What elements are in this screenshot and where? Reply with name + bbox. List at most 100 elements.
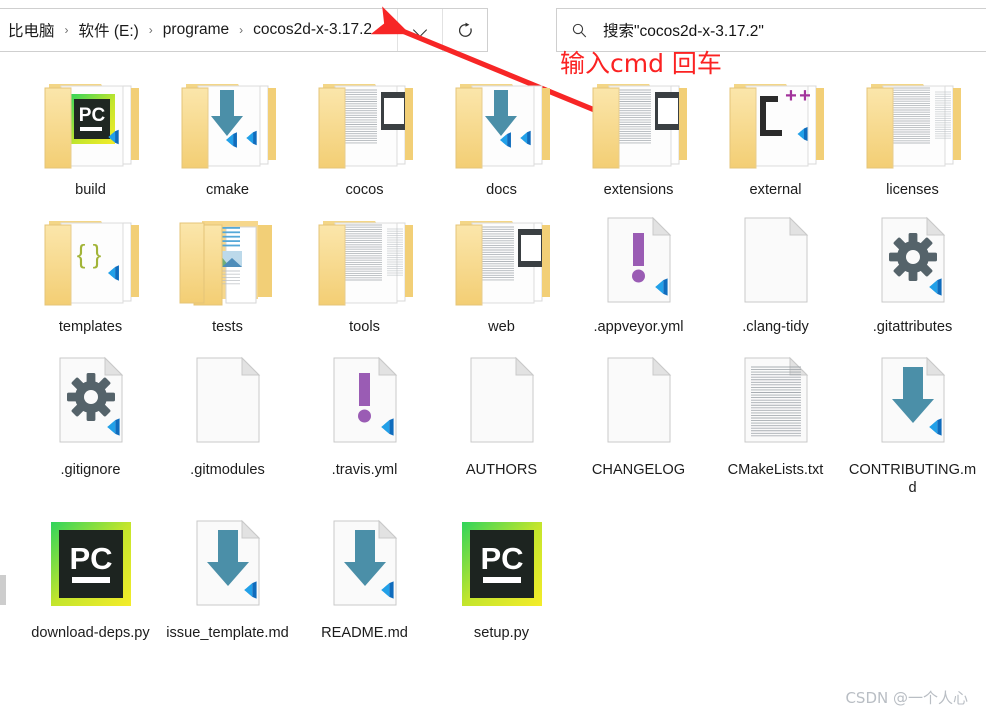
file-item[interactable]: cocos: [296, 72, 433, 199]
refresh-button[interactable]: [442, 9, 487, 51]
scrollbar-thumb[interactable]: [0, 575, 6, 605]
watermark-text: CSDN @一个人心: [845, 689, 968, 707]
file-item[interactable]: issue_template.md: [159, 509, 296, 642]
file-item-label: CHANGELOG: [591, 462, 686, 478]
file-item-label: .appveyor.yml: [593, 319, 684, 335]
breadcrumb-separator: ›: [148, 23, 153, 37]
breadcrumb-separator: ›: [64, 23, 69, 37]
file-item[interactable]: PC download-deps.py: [22, 509, 159, 642]
folder-icon: [444, 72, 560, 178]
file-grid-row: PC download-deps.py issue_template.md READM…: [22, 509, 982, 642]
svg-text:PC: PC: [69, 541, 112, 576]
chevron-down-icon: [414, 24, 427, 37]
file-item[interactable]: tools: [296, 209, 433, 336]
file-item-label: licenses: [886, 182, 939, 198]
file-item[interactable]: CHANGELOG: [570, 346, 707, 497]
file-item[interactable]: .gitignore: [22, 346, 159, 497]
file-item-label: cmake: [206, 182, 249, 198]
file-item-label: tests: [212, 319, 243, 335]
breadcrumb-item[interactable]: programe: [160, 21, 232, 39]
file-item[interactable]: .travis.yml: [296, 346, 433, 497]
address-toolbar: 比电脑 › 软件 (E:) › programe › cocos2d-x-3.17.2 搜索…: [0, 8, 986, 54]
file-item[interactable]: cmake: [159, 72, 296, 199]
file-grid-row: { } templates tests tools web .appveyor.yml .c…: [22, 209, 982, 336]
file-item-label: .gitignore: [60, 462, 121, 478]
folder-icon: PC: [33, 72, 149, 178]
address-bar[interactable]: 比电脑 › 软件 (E:) › programe › cocos2d-x-3.17.2: [0, 8, 488, 52]
file-item[interactable]: .clang-tidy: [707, 209, 844, 336]
file-item-label: CONTRIBUTING.md: [848, 462, 977, 496]
folder-icon: [170, 72, 286, 178]
folder-icon: { }: [33, 209, 149, 315]
markdown-file-icon: [170, 509, 286, 621]
breadcrumb[interactable]: 比电脑 › 软件 (E:) › programe › cocos2d-x-3.17.2: [0, 19, 397, 41]
file-item-label: .clang-tidy: [742, 319, 809, 335]
svg-text:{ }: { }: [76, 239, 101, 269]
blank-file-icon: [581, 346, 697, 458]
file-item[interactable]: extensions: [570, 72, 707, 199]
breadcrumb-separator: ›: [239, 23, 244, 37]
folder-icon: + +: [718, 72, 834, 178]
pycharm-file-icon: PC: [444, 509, 560, 621]
blank-file-icon: [444, 346, 560, 458]
file-item-label: .gitattributes: [872, 319, 953, 335]
svg-text:PC: PC: [78, 105, 105, 126]
file-item-label: CMakeLists.txt: [727, 462, 824, 478]
file-grid-row: .gitignore .gitmodules .travis.yml AUTHORS C…: [22, 346, 982, 497]
file-item[interactable]: .gitattributes: [844, 209, 981, 336]
gear-file-icon: [855, 209, 971, 315]
file-item-label: web: [488, 319, 515, 335]
file-item-label: docs: [486, 182, 517, 198]
markdown-file-icon: [307, 509, 423, 621]
breadcrumb-item[interactable]: 比电脑: [5, 19, 58, 41]
file-item-label: .travis.yml: [331, 462, 398, 478]
file-item-label: extensions: [603, 182, 674, 198]
folder-icon: [581, 72, 697, 178]
file-item[interactable]: .appveyor.yml: [570, 209, 707, 336]
file-item[interactable]: web: [433, 209, 570, 336]
folder-icon: [307, 209, 423, 315]
markdown-file-icon: [855, 346, 971, 458]
file-item-label: setup.py: [473, 625, 530, 641]
text-file-icon: [718, 346, 834, 458]
file-item[interactable]: { } templates: [22, 209, 159, 336]
file-item[interactable]: AUTHORS: [433, 346, 570, 497]
breadcrumb-item[interactable]: 软件 (E:): [76, 19, 142, 41]
folder-icon: [170, 209, 286, 315]
file-item[interactable]: tests: [159, 209, 296, 336]
file-explorer-window: 比电脑 › 软件 (E:) › programe › cocos2d-x-3.17.2 搜索…: [0, 0, 986, 722]
file-item-label: cocos: [345, 182, 384, 198]
blank-file-icon: [170, 346, 286, 458]
search-icon: [572, 23, 587, 37]
address-history-dropdown-button[interactable]: [397, 9, 442, 51]
file-item[interactable]: CMakeLists.txt: [707, 346, 844, 497]
pycharm-file-icon: PC: [33, 509, 149, 621]
file-item[interactable]: CONTRIBUTING.md: [844, 346, 981, 497]
file-item[interactable]: .gitmodules: [159, 346, 296, 497]
file-grid: PC build cmake cocos docs extensions + + externa…: [22, 72, 982, 642]
file-item[interactable]: README.md: [296, 509, 433, 642]
file-item[interactable]: docs: [433, 72, 570, 199]
file-item-label: external: [749, 182, 802, 198]
file-item[interactable]: licenses: [844, 72, 981, 199]
yaml-file-icon: [307, 346, 423, 458]
svg-text:+: +: [799, 85, 811, 107]
file-item-label: issue_template.md: [166, 625, 289, 641]
search-placeholder-text: 搜索"cocos2d-x-3.17.2": [603, 23, 764, 40]
file-item-label: templates: [58, 319, 123, 335]
file-item[interactable]: PC build: [22, 72, 159, 199]
file-item-label: build: [75, 182, 106, 198]
file-item-label: AUTHORS: [465, 462, 538, 478]
refresh-icon: [458, 22, 472, 37]
file-grid-row: PC build cmake cocos docs extensions + + externa…: [22, 72, 982, 199]
file-item-label: download-deps.py: [31, 625, 150, 641]
folder-icon: [855, 72, 971, 178]
blank-file-icon: [718, 209, 834, 315]
breadcrumb-item[interactable]: cocos2d-x-3.17.2: [250, 21, 375, 39]
svg-text:+: +: [785, 85, 797, 107]
folder-icon: [307, 72, 423, 178]
file-item[interactable]: PC setup.py: [433, 509, 570, 642]
file-item-label: tools: [349, 319, 380, 335]
file-item[interactable]: + + external: [707, 72, 844, 199]
yaml-file-icon: [581, 209, 697, 315]
